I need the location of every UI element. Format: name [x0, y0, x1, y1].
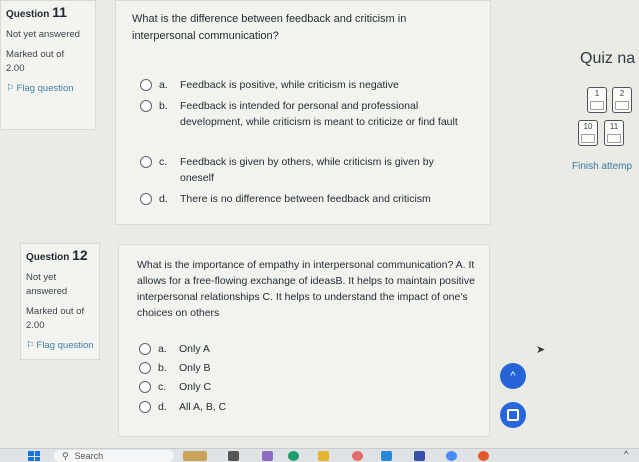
question-11-flag-link[interactable]: ⚐ Flag question [6, 82, 90, 96]
question-12-option-b[interactable]: b. Only B [139, 360, 339, 376]
radio-button[interactable] [139, 401, 151, 413]
question-12-status: Not yet answered [26, 272, 68, 297]
weather-widget-icon[interactable] [183, 451, 207, 461]
taskbar-search[interactable]: ⚲ Search [54, 450, 174, 462]
radio-button[interactable] [140, 193, 152, 205]
question-11-info: Question 11 Not yet answered Marked out … [0, 0, 96, 130]
radio-button[interactable] [140, 100, 152, 112]
teams-icon[interactable] [262, 451, 273, 461]
question-12-prompt: What is the importance of empathy in int… [137, 259, 475, 319]
question-12-option-d[interactable]: d. All A, B, C [139, 399, 339, 415]
flag-icon: ⚐ [6, 83, 15, 94]
task-view-icon[interactable] [228, 451, 239, 461]
radio-button[interactable] [139, 381, 151, 393]
question-11-option-c[interactable]: c. Feedback is given by others, while cr… [140, 154, 460, 186]
question-12-option-a[interactable]: a. Only A [139, 341, 339, 357]
chevron-up-icon: ^ [510, 370, 516, 382]
edge-icon[interactable] [288, 451, 299, 461]
quiz-nav-button-11[interactable]: 11 [604, 120, 624, 146]
question-11-marked-value: 2.00 [6, 63, 25, 74]
question-12-option-c[interactable]: c. Only C [139, 379, 339, 395]
flag-icon: ⚐ [26, 340, 35, 351]
question-11-option-a[interactable]: a. Feedback is positive, while criticism… [140, 77, 480, 93]
quiz-nav-button-2[interactable]: 2 [612, 87, 632, 113]
radio-button[interactable] [140, 156, 152, 168]
question-11-heading: Question 11 [6, 4, 67, 20]
question-11-status: Not yet answered [6, 29, 80, 40]
question-12-marked-label: Marked out of [26, 306, 85, 317]
radio-button[interactable] [139, 343, 151, 355]
question-11-marked-label: Marked out of [6, 49, 65, 60]
opera-icon[interactable] [352, 451, 363, 461]
question-12-content: What is the importance of empathy in int… [118, 244, 490, 437]
quiz-nav-button-1[interactable]: 1 [587, 87, 607, 113]
question-12-marked-value: 2.00 [26, 320, 45, 331]
file-explorer-icon[interactable] [318, 451, 329, 461]
search-icon: ⚲ [62, 451, 69, 461]
quiz-nav-button-10[interactable]: 10 [578, 120, 598, 146]
radio-button[interactable] [139, 362, 151, 374]
media-app-icon[interactable] [414, 451, 425, 461]
finish-attempt-link[interactable]: Finish attemp [572, 161, 632, 172]
app-notification-icon[interactable] [478, 451, 489, 461]
mouse-cursor-icon: ➤ [536, 344, 546, 356]
chrome-icon[interactable] [446, 451, 457, 461]
radio-button[interactable] [140, 79, 152, 91]
question-11-option-d[interactable]: d. There is no difference between feedba… [140, 191, 480, 207]
windows-start-icon[interactable] [28, 451, 40, 461]
question-12-heading: Question 12 [26, 247, 88, 263]
store-icon[interactable] [381, 451, 392, 461]
question-11-prompt: What is the difference between feedback … [132, 13, 407, 42]
quiz-navigation-title: Quiz na [580, 50, 636, 67]
floating-app-button[interactable] [500, 402, 526, 428]
scroll-to-top-button[interactable]: ^ [500, 363, 526, 389]
chevron-up-icon[interactable]: ^ [624, 449, 628, 459]
question-12-flag-link[interactable]: ⚐ Flag question [26, 339, 94, 353]
taskbar: ⚲ Search ^ [0, 448, 639, 462]
question-12-info: Question 12 Not yet answered Marked out … [20, 243, 100, 360]
question-11-option-b[interactable]: b. Feedback is intended for personal and… [140, 98, 460, 130]
question-11-content: What is the difference between feedback … [115, 0, 491, 225]
app-icon [507, 409, 519, 421]
